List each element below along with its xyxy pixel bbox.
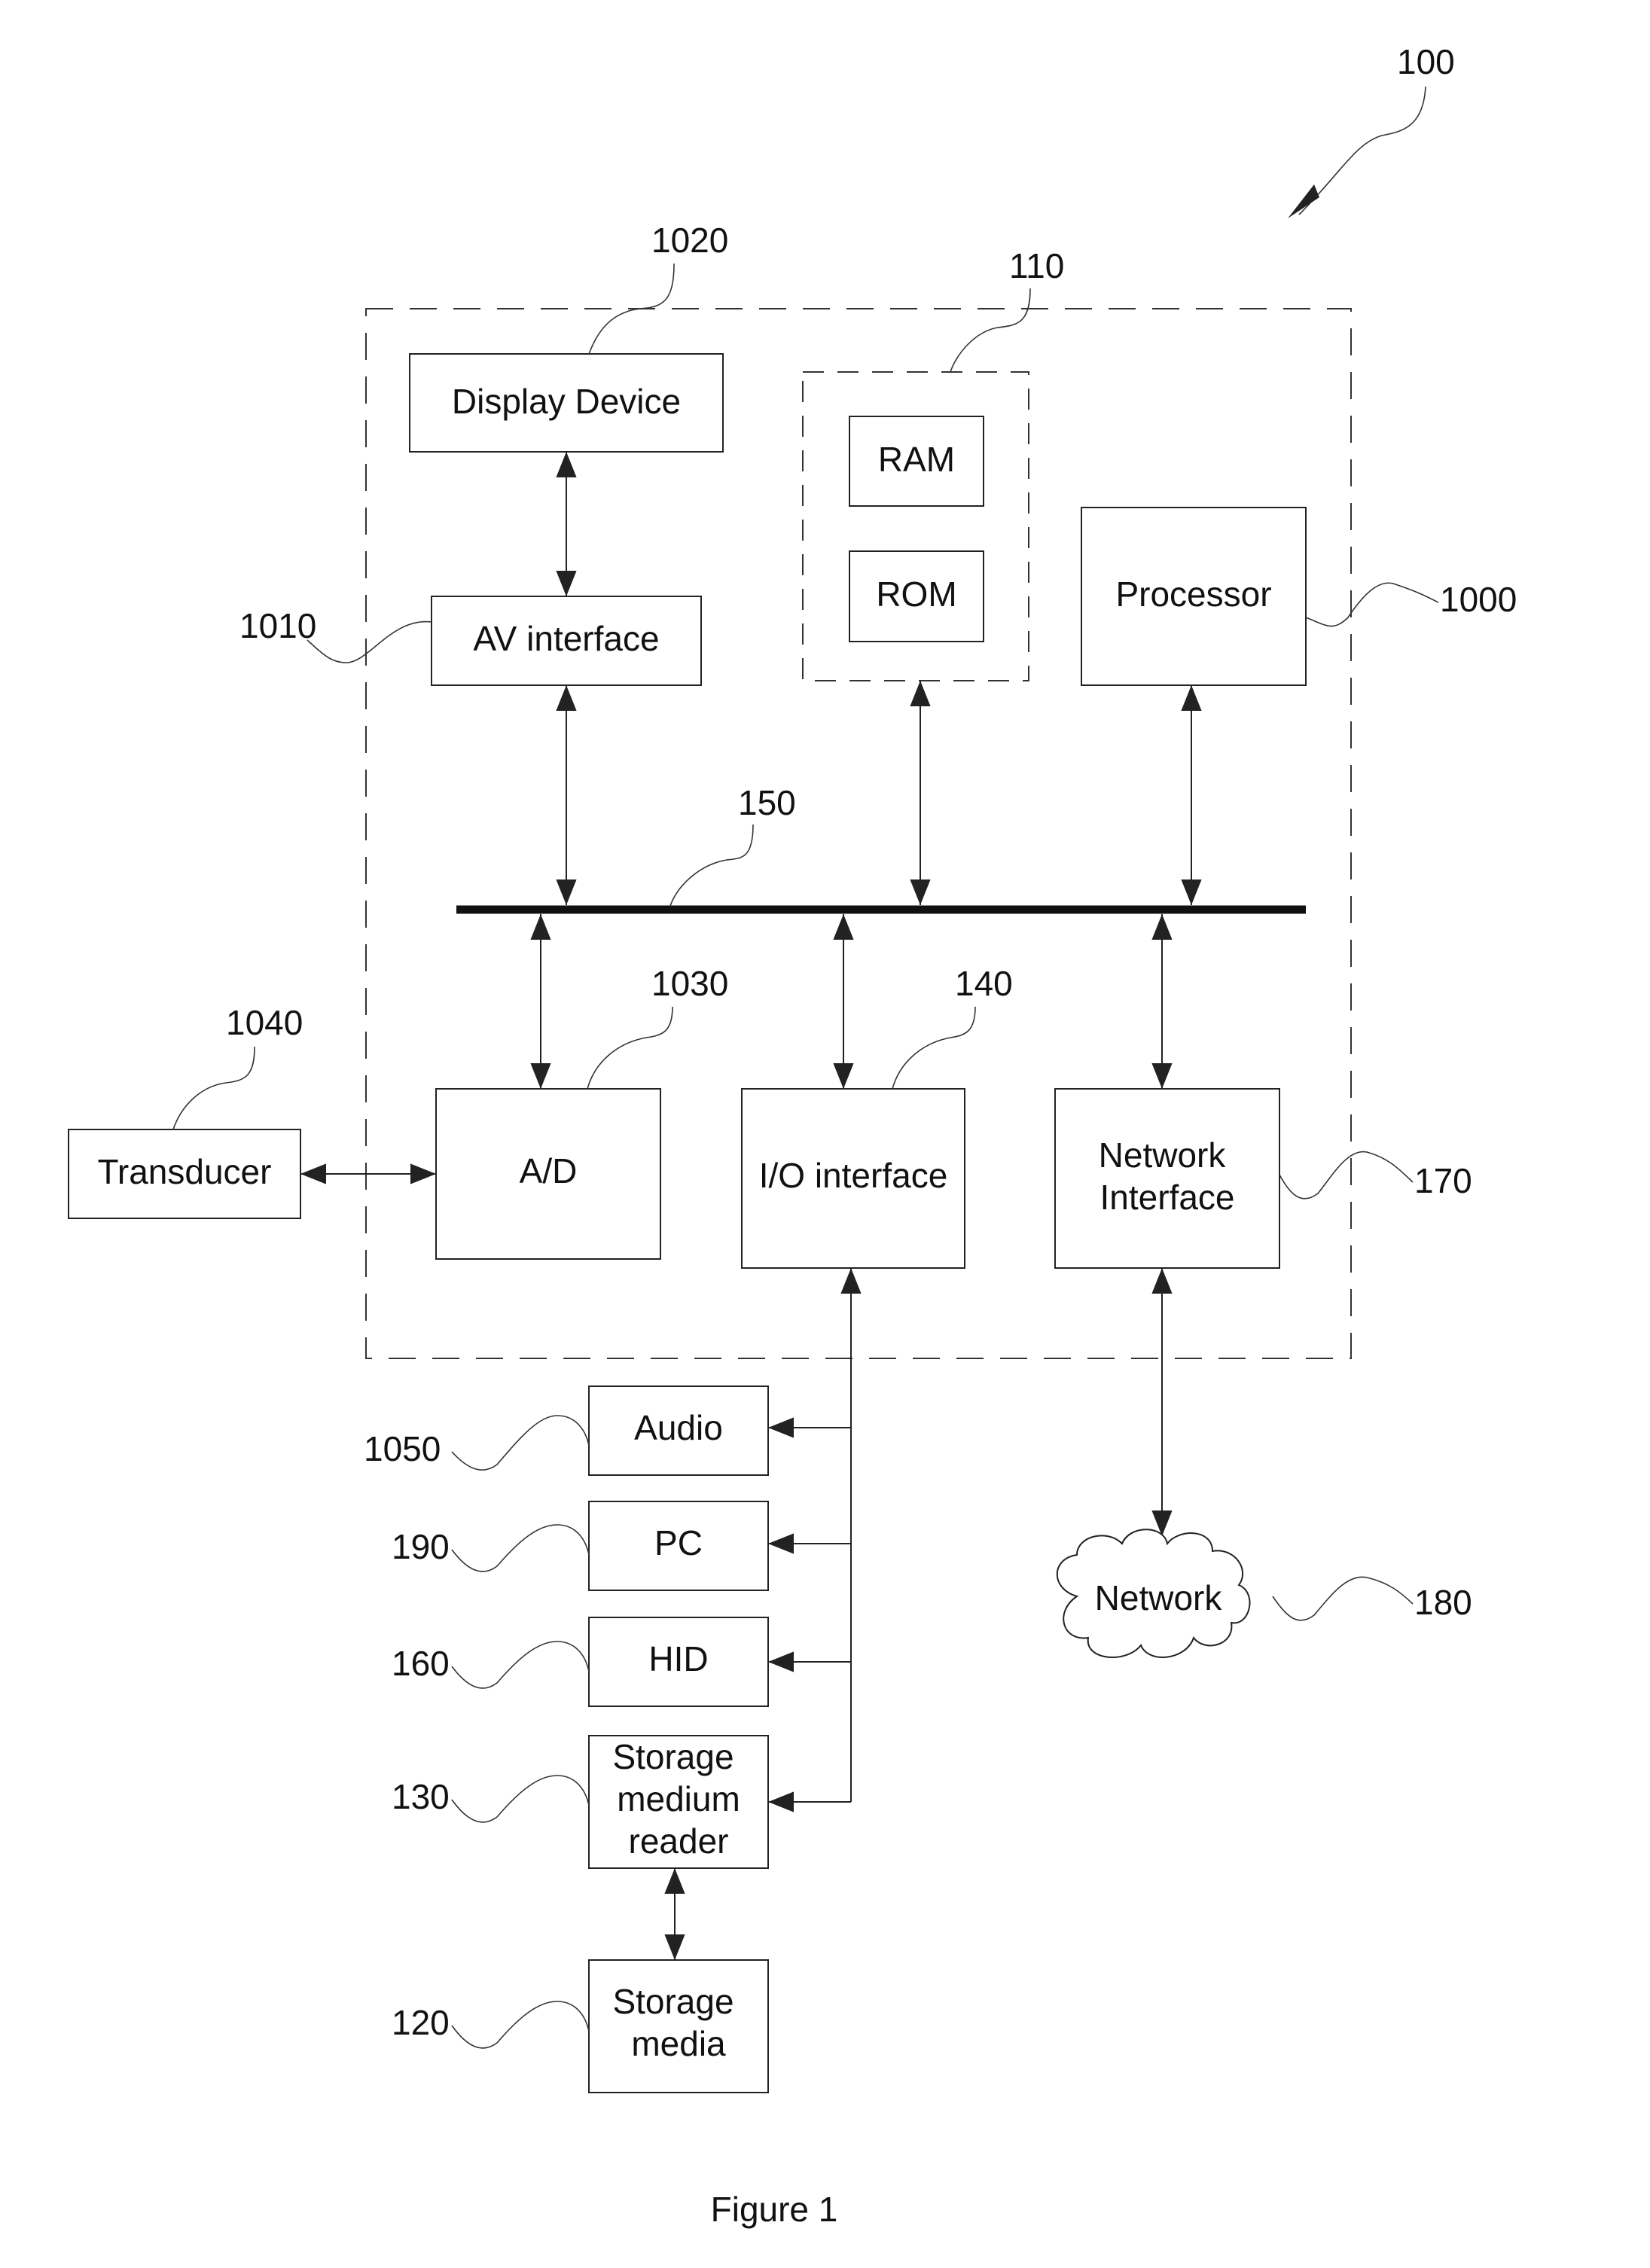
storage-media-line2: media [631, 2024, 726, 2063]
ref-1030: 1030 [651, 964, 728, 1003]
hid: HID [588, 1617, 769, 1707]
transducer: Transducer [68, 1129, 301, 1219]
storage-media-line1: Storage [612, 1982, 734, 2021]
storage-reader-line3: reader [629, 1821, 729, 1861]
hid-label: HID [648, 1639, 708, 1678]
ad-label: A/D [520, 1151, 578, 1190]
ref-120-leader [451, 2001, 590, 2049]
storage-medium-reader: Storage medium reader [588, 1735, 769, 1869]
ref-1050: 1050 [364, 1429, 441, 1468]
processor: Processor [1081, 507, 1307, 686]
ref-100: 100 [1397, 42, 1455, 81]
ref-110-leader [950, 288, 1031, 373]
ref-1040-leader [172, 1046, 255, 1130]
ad-converter: A/D [435, 1088, 661, 1260]
audio: Audio [588, 1385, 769, 1476]
io-interface-label: I/O interface [759, 1156, 948, 1195]
network-interface-label-line2: Interface [1100, 1178, 1235, 1217]
ref-160-leader [451, 1641, 590, 1689]
transducer-label: Transducer [98, 1152, 272, 1191]
ref-170-leader [1279, 1151, 1414, 1200]
ref-1000: 1000 [1440, 580, 1517, 619]
ref-140-leader [892, 1006, 976, 1090]
rom: ROM [849, 550, 984, 642]
figure-caption: Figure 1 [711, 2190, 838, 2229]
ref-140: 140 [955, 964, 1013, 1003]
network-interface-label-line1: Network [1099, 1136, 1227, 1175]
ref-1010-leader [307, 620, 432, 663]
io-interface: I/O interface [741, 1088, 965, 1269]
ref-180: 180 [1414, 1583, 1472, 1622]
ref-110: 110 [1009, 246, 1064, 285]
block-diagram: 100 Display Device 1020 AV interface 101… [68, 42, 1517, 2229]
ref-170: 170 [1414, 1161, 1472, 1200]
ref-1010: 1010 [239, 606, 316, 645]
display-device: Display Device [409, 353, 724, 453]
ref-100-arrowhead [1288, 184, 1319, 218]
rom-label: ROM [876, 575, 956, 614]
pc: PC [588, 1501, 769, 1591]
ref-150-leader [669, 824, 754, 907]
ref-180-leader [1272, 1576, 1414, 1621]
audio-label: Audio [634, 1408, 723, 1447]
ref-190: 190 [392, 1527, 450, 1566]
storage-reader-line2: medium [617, 1779, 740, 1818]
ref-160: 160 [392, 1644, 450, 1683]
ref-1040: 1040 [226, 1003, 303, 1042]
ref-120: 120 [392, 2003, 450, 2042]
av-interface: AV interface [431, 596, 702, 686]
ref-150: 150 [738, 783, 796, 822]
ref-130: 130 [392, 1777, 450, 1816]
ref-190-leader [451, 1524, 590, 1572]
ref-1030-leader [587, 1006, 673, 1090]
av-interface-label: AV interface [473, 619, 659, 658]
ram: RAM [849, 416, 984, 507]
storage-media: Storage media [588, 1959, 769, 2093]
network-interface: Network Interface [1054, 1088, 1280, 1269]
processor-label: Processor [1115, 575, 1271, 614]
display-device-label: Display Device [452, 382, 681, 421]
network-label: Network [1095, 1578, 1223, 1617]
ref-1020: 1020 [651, 221, 728, 260]
ram-label: RAM [878, 440, 955, 479]
ref-1000-leader [1305, 582, 1439, 627]
storage-reader-line1: Storage [612, 1737, 734, 1776]
network-cloud: Network [1056, 1529, 1251, 1658]
pc-label: PC [654, 1523, 703, 1562]
ref-130-leader [451, 1775, 590, 1823]
ref-1050-leader [451, 1415, 590, 1471]
